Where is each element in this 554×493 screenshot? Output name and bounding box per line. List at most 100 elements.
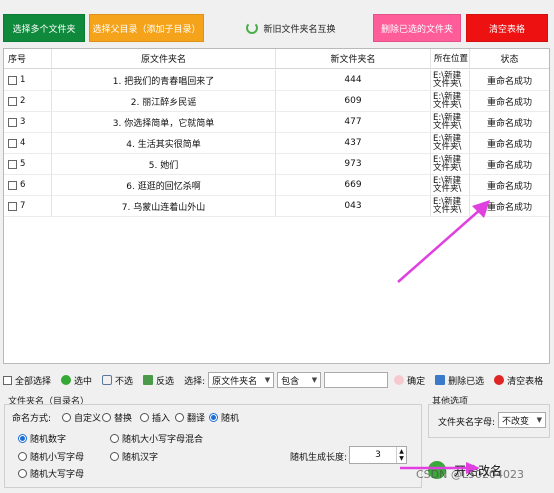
random-type-option[interactable]: 随机大写字母 xyxy=(18,467,84,480)
table-row[interactable]: 4 4. 生活其实很简单 437 E:\新建 文件夹\ 重命名成功 xyxy=(4,133,549,154)
confirm-label: 确定 xyxy=(407,376,426,387)
naming-mode-option[interactable]: 自定义 xyxy=(62,411,101,424)
row-index-cell[interactable]: 2 xyxy=(4,91,52,111)
table-row[interactable]: 5 5. 她们 973 E:\新建 文件夹\ 重命名成功 xyxy=(4,154,549,175)
search-input[interactable] xyxy=(324,372,389,388)
row-checkbox[interactable] xyxy=(8,180,17,190)
check-icon xyxy=(61,375,72,385)
match-select[interactable]: 包含 ▼ xyxy=(277,372,322,388)
radio-button[interactable] xyxy=(110,434,119,443)
anchor-icon xyxy=(102,375,113,385)
radio-button[interactable] xyxy=(62,413,71,422)
letter-case-label: 文件夹名字母: xyxy=(438,418,496,428)
clear-table-small-button[interactable]: 清空表格 xyxy=(494,374,543,387)
row-index-cell[interactable]: 7 xyxy=(4,196,52,216)
location-cell[interactable]: E:\新建 文件夹\ xyxy=(431,154,470,174)
letter-case-select[interactable]: 不改变 ▼ xyxy=(498,412,546,428)
select-all-box[interactable] xyxy=(3,375,12,385)
chevron-down-icon[interactable]: ▼ xyxy=(399,455,404,462)
location-cell[interactable]: E:\新建 文件夹\ xyxy=(431,133,470,153)
location-cell[interactable]: E:\新建 文件夹\ xyxy=(431,175,470,195)
header-status[interactable]: 状态 xyxy=(470,49,549,68)
row-checkbox[interactable] xyxy=(8,117,17,127)
old-name-cell[interactable]: 5. 她们 xyxy=(52,154,276,174)
row-checkbox[interactable] xyxy=(8,201,17,211)
invert-button[interactable]: 反选 xyxy=(143,374,174,387)
location-cell[interactable]: E:\新建 文件夹\ xyxy=(431,70,470,90)
random-type-option-label: 随机数字 xyxy=(30,435,67,445)
length-stepper[interactable]: 3 ▲ ▼ xyxy=(349,446,407,464)
swap-names-button[interactable]: 新旧文件夹名互换 xyxy=(244,14,338,42)
row-number: 6 xyxy=(20,180,26,190)
row-index-cell[interactable]: 1 xyxy=(4,70,52,90)
row-checkbox[interactable] xyxy=(8,138,17,148)
radio-button[interactable] xyxy=(140,413,149,422)
old-name-cell[interactable]: 6. 逛逛的回忆杀啊 xyxy=(52,175,276,195)
select-all-checkbox[interactable]: 全部选择 xyxy=(3,374,51,387)
stepper-arrows[interactable]: ▲ ▼ xyxy=(396,447,406,463)
naming-mode-option[interactable]: 随机 xyxy=(209,411,239,424)
select-multiple-folders-button[interactable]: 选择多个文件夹 xyxy=(3,14,85,42)
row-checkbox[interactable] xyxy=(8,75,17,85)
location-cell[interactable]: E:\新建 文件夹\ xyxy=(431,91,470,111)
check-button[interactable]: 选中 xyxy=(61,374,92,387)
random-type-option[interactable]: 随机汉字 xyxy=(110,450,158,463)
naming-mode-option[interactable]: 插入 xyxy=(140,411,170,424)
row-index-cell[interactable]: 3 xyxy=(4,112,52,132)
new-name-cell[interactable]: 437 xyxy=(276,133,431,153)
status-cell: 重命名成功 xyxy=(486,139,532,150)
old-name-cell[interactable]: 1. 把我们的青春唱回来了 xyxy=(52,70,276,90)
header-new-name[interactable]: 新文件夹名 xyxy=(276,49,431,68)
clear-table-button[interactable]: 清空表格 xyxy=(466,14,548,42)
folder-table[interactable]: 序号 原文件夹名 新文件夹名 所在位置 状态 1 1. 把我们的青春唱回来了 444… xyxy=(3,48,550,364)
select-parent-directory-button[interactable]: 选择父目录（添加子目录） xyxy=(89,14,204,42)
table-row[interactable]: 1 1. 把我们的青春唱回来了 444 E:\新建 文件夹\ 重命名成功 xyxy=(4,70,549,91)
radio-button[interactable] xyxy=(102,413,111,422)
field-select[interactable]: 原文件夹名 ▼ xyxy=(208,372,275,388)
delete-selected-button[interactable]: 删除已选 xyxy=(435,374,484,387)
random-type-option[interactable]: 随机小写字母 xyxy=(18,450,84,463)
naming-mode-option[interactable]: 替换 xyxy=(102,411,132,424)
chevron-up-icon[interactable]: ▲ xyxy=(399,448,404,455)
new-name-cell[interactable]: 444 xyxy=(276,70,431,90)
random-type-option[interactable]: 随机数字 xyxy=(18,432,66,445)
row-index-cell[interactable]: 4 xyxy=(4,133,52,153)
old-name-cell[interactable]: 2. 丽江醉乡民谣 xyxy=(52,91,276,111)
new-name-cell[interactable]: 477 xyxy=(276,112,431,132)
location-cell[interactable]: E:\新建 文件夹\ xyxy=(431,112,470,132)
new-name-cell[interactable]: 043 xyxy=(276,196,431,216)
table-row[interactable]: 7 7. 乌蒙山连着山外山 043 E:\新建 文件夹\ 重命名成功 xyxy=(4,196,549,217)
new-name-cell[interactable]: 973 xyxy=(276,154,431,174)
uncheck-button[interactable]: 不选 xyxy=(102,374,133,387)
radio-button[interactable] xyxy=(18,434,27,443)
header-old-name[interactable]: 原文件夹名 xyxy=(52,49,276,68)
old-name-cell[interactable]: 4. 生活其实很简单 xyxy=(52,133,276,153)
radio-button[interactable] xyxy=(110,452,119,461)
confirm-button[interactable]: 确定 xyxy=(394,374,425,387)
delete-selected-folders-button[interactable]: 删除已选的文件夹 xyxy=(373,14,461,42)
header-index[interactable]: 序号 xyxy=(4,49,52,68)
row-index-cell[interactable]: 6 xyxy=(4,175,52,195)
radio-button[interactable] xyxy=(18,469,27,478)
new-name-cell[interactable]: 609 xyxy=(276,91,431,111)
old-name-cell[interactable]: 3. 你选择简单，它就简单 xyxy=(52,112,276,132)
table-row[interactable]: 3 3. 你选择简单，它就简单 477 E:\新建 文件夹\ 重命名成功 xyxy=(4,112,549,133)
naming-mode-option[interactable]: 翻译 xyxy=(175,411,205,424)
location-cell[interactable]: E:\新建 文件夹\ xyxy=(431,196,470,216)
radio-button[interactable] xyxy=(18,452,27,461)
match-select-value: 包含 xyxy=(281,376,300,387)
select-all-label: 全部选择 xyxy=(15,376,52,387)
naming-mode-text: 命名方式: xyxy=(12,414,52,424)
random-type-option[interactable]: 随机大小写字母混合 xyxy=(110,432,203,445)
new-name-cell[interactable]: 669 xyxy=(276,175,431,195)
header-location[interactable]: 所在位置 xyxy=(431,49,470,68)
row-index-cell[interactable]: 5 xyxy=(4,154,52,174)
old-name-cell[interactable]: 7. 乌蒙山连着山外山 xyxy=(52,196,276,216)
table-row[interactable]: 6 6. 逛逛的回忆杀啊 669 E:\新建 文件夹\ 重命名成功 xyxy=(4,175,549,196)
row-checkbox[interactable] xyxy=(8,159,17,169)
radio-button[interactable] xyxy=(209,413,218,422)
location-line-2: 文件夹\ xyxy=(433,184,462,194)
table-row[interactable]: 2 2. 丽江醉乡民谣 609 E:\新建 文件夹\ 重命名成功 xyxy=(4,91,549,112)
row-checkbox[interactable] xyxy=(8,96,17,106)
radio-button[interactable] xyxy=(175,413,184,422)
